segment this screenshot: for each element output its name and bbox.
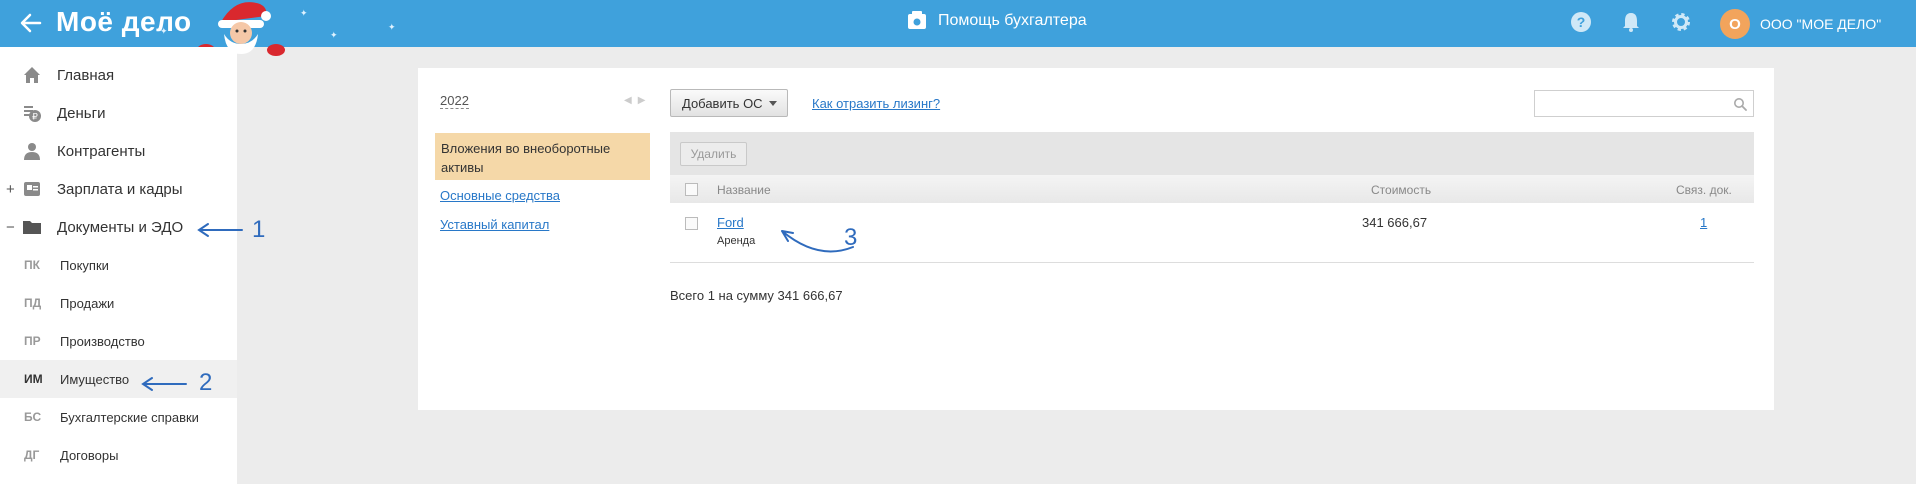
asset-cost: 341 666,67: [1362, 215, 1428, 230]
table-toolbar: Удалить: [670, 132, 1754, 175]
avatar: О: [1720, 9, 1750, 39]
subitem-abbr: БС: [24, 410, 42, 424]
filter-noncurrent-investments[interactable]: Вложения во внеоборотные активы: [435, 133, 650, 180]
snowflake-decoration: ✦: [160, 26, 168, 36]
chevron-down-icon: [769, 101, 777, 106]
year-nav-arrows[interactable]: ◀▶: [624, 95, 651, 106]
help-book-icon: [908, 11, 926, 29]
accountant-help[interactable]: Помощь бухгалтера: [906, 11, 1087, 31]
year-selector[interactable]: 2022: [440, 93, 469, 109]
snowflake-decoration: ✦: [330, 30, 338, 40]
sidebar-item-label: Главная: [57, 66, 115, 84]
sidebar: Главная ₽ Деньги Контрагенты + Зарплата …: [0, 47, 237, 484]
contractors-icon: [24, 143, 40, 160]
sidebar-subitem-purchases[interactable]: ПК Покупки: [0, 246, 237, 284]
svg-text:?: ?: [1577, 14, 1586, 30]
column-header-name: Название: [717, 183, 771, 197]
column-header-cost: Стоимость: [1371, 183, 1432, 197]
sidebar-item-label: Контрагенты: [57, 142, 146, 160]
filter-share-capital-link[interactable]: Уставный капитал: [440, 217, 549, 232]
expand-toggle[interactable]: +: [6, 181, 15, 198]
sidebar-item-salary[interactable]: + Зарплата и кадры: [0, 170, 237, 208]
subitem-abbr: ПР: [24, 334, 41, 348]
top-bar: Моё дело ✦ ✦ ✦ ✦ Помощь бухгалтера ? О О…: [0, 0, 1916, 56]
subitem-label: Имущество: [60, 371, 130, 387]
add-button-label: Добавить ОС: [682, 95, 763, 111]
subitem-abbr: ИМ: [24, 372, 43, 386]
search-input[interactable]: [1534, 90, 1754, 117]
bell-icon[interactable]: [1620, 11, 1642, 33]
back-arrow-icon[interactable]: [18, 10, 44, 36]
table-total: Всего 1 на сумму 341 666,67: [670, 288, 843, 303]
snowflake-decoration: ✦: [388, 22, 396, 32]
column-header-linked-docs: Связ. док.: [1676, 183, 1732, 197]
sidebar-subitem-contracts[interactable]: ДГ Договоры: [0, 436, 237, 474]
filter-fixed-assets-link[interactable]: Основные средства: [440, 188, 560, 203]
subitem-label: Продажи: [60, 295, 115, 311]
sidebar-item-label: Деньги: [57, 104, 106, 122]
subitem-label: Бухгалтерские справки: [60, 409, 199, 425]
main-content-card: 2022 ◀▶ Вложения во внеоборотные активы …: [418, 68, 1774, 410]
sidebar-item-label: Зарплата и кадры: [57, 180, 183, 198]
folder-icon: [23, 221, 41, 234]
annotation-number: 1: [252, 216, 266, 243]
sidebar-item-contractors[interactable]: Контрагенты: [0, 132, 237, 170]
home-icon: [24, 67, 40, 83]
gear-icon[interactable]: [1670, 11, 1692, 33]
snowflake-decoration: ✦: [300, 8, 308, 18]
sidebar-item-money[interactable]: ₽ Деньги: [0, 94, 237, 132]
row-checkbox[interactable]: [685, 217, 698, 230]
sidebar-subitem-production[interactable]: ПР Производство: [0, 322, 237, 360]
organization-menu[interactable]: О ООО "МОЕ ДЕЛО": [1720, 9, 1881, 39]
svg-text:₽: ₽: [32, 112, 38, 122]
add-fixed-asset-button[interactable]: Добавить ОС: [670, 89, 788, 117]
app-logo[interactable]: Моё дело: [56, 6, 192, 38]
help-label[interactable]: Помощь бухгалтера: [938, 12, 1087, 30]
subitem-label: Производство: [60, 333, 145, 349]
asset-name-link[interactable]: Ford: [717, 215, 744, 230]
select-all-checkbox[interactable]: [685, 183, 698, 196]
table-header: Название Стоимость Связ. док.: [670, 175, 1754, 203]
organization-name: ООО "МОЕ ДЕЛО": [1760, 16, 1882, 32]
subitem-abbr: ПК: [24, 258, 40, 272]
annotation-arrow-icon: [781, 230, 854, 253]
subitem-abbr: ПД: [24, 296, 42, 310]
collapse-toggle[interactable]: −: [6, 219, 15, 236]
linked-docs-link[interactable]: 1: [1700, 215, 1707, 230]
sidebar-subitem-accounting-certificates[interactable]: БС Бухгалтерские справки: [0, 398, 237, 436]
subitem-label: Договоры: [60, 447, 119, 463]
annotation-number: 2: [199, 369, 213, 396]
money-icon: ₽: [24, 106, 41, 122]
search-icon[interactable]: [1733, 97, 1747, 111]
sidebar-item-label: Документы и ЭДО: [57, 218, 184, 236]
sidebar-subitem-sales[interactable]: ПД Продажи: [0, 284, 237, 322]
delete-button[interactable]: Удалить: [680, 142, 747, 166]
question-icon[interactable]: ?: [1570, 11, 1592, 33]
annotation-number: 3: [844, 224, 858, 251]
leasing-help-link[interactable]: Как отразить лизинг?: [812, 96, 940, 111]
sidebar-item-home[interactable]: Главная: [0, 56, 237, 94]
salary-icon: [24, 182, 40, 196]
subitem-label: Покупки: [60, 257, 109, 273]
asset-type: Аренда: [717, 235, 756, 247]
subitem-abbr: ДГ: [24, 448, 40, 462]
annotation-arrow-icon: [197, 223, 243, 237]
annotation-arrow-icon: [141, 377, 187, 391]
